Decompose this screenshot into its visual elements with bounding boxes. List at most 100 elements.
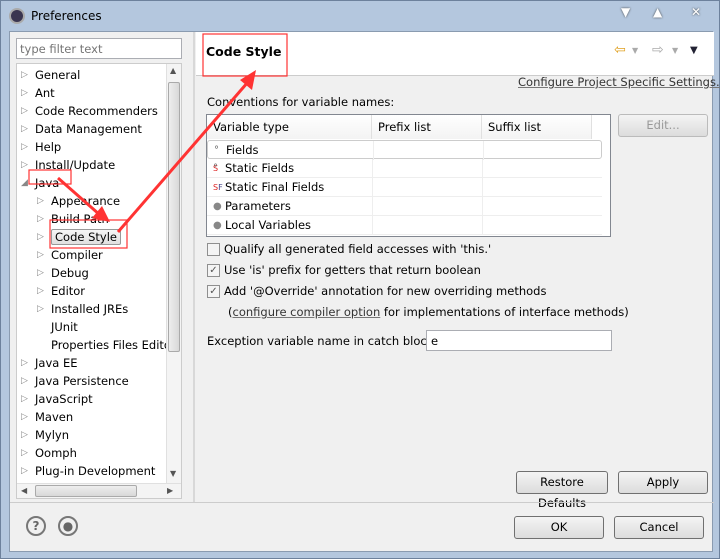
collapsed-twisty-icon[interactable]: ▷ — [37, 210, 44, 228]
preferences-window: Preferences ▼ ▲ ✕ ▷ Plug-in Development ▷ O… — [0, 0, 720, 559]
collapsed-twisty-icon[interactable]: ▷ — [37, 264, 44, 282]
option-checkbox[interactable]: ✓ — [207, 264, 220, 277]
table-row[interactable]: ° Fields — [207, 140, 602, 160]
scroll-up-icon[interactable]: ▲ — [170, 66, 176, 75]
collapsed-twisty-icon[interactable]: ▷ — [37, 282, 44, 300]
tree-item[interactable]: ▷ Code Recommenders — [21, 102, 158, 120]
forward-menu-icon[interactable]: ▼ — [672, 46, 678, 55]
collapsed-twisty-icon[interactable]: ▷ — [21, 372, 28, 390]
scroll-down-icon[interactable]: ▼ — [170, 469, 176, 478]
variable-type-cell: Static Fields — [225, 161, 295, 175]
apply-button[interactable]: Apply — [618, 471, 708, 494]
collapsed-twisty-icon[interactable]: ▷ — [21, 408, 28, 426]
tree-item[interactable]: JUnit — [37, 318, 78, 336]
collapsed-twisty-icon[interactable]: ▷ — [21, 444, 28, 462]
collapsed-twisty-icon[interactable]: ▷ — [21, 102, 28, 120]
collapsed-twisty-icon[interactable]: ▷ — [21, 84, 28, 102]
tree-item[interactable]: ▷ Ant — [21, 84, 55, 102]
import-export-icon[interactable]: ● — [58, 516, 78, 536]
collapsed-twisty-icon[interactable]: ▷ — [37, 246, 44, 264]
configure-project-settings-link[interactable]: Configure Project Specific Settings... — [518, 75, 720, 89]
option-label[interactable]: Use 'is' prefix for getters that return … — [224, 263, 481, 277]
compiler-option-note: (configure compiler option for implement… — [228, 305, 629, 319]
configure-compiler-option-link[interactable]: configure compiler option — [233, 305, 381, 319]
cancel-button[interactable]: Cancel — [614, 516, 704, 539]
tree-item-label: General — [35, 68, 81, 82]
collapsed-twisty-icon[interactable]: ▷ — [37, 192, 44, 210]
collapsed-twisty-icon[interactable]: ▷ — [37, 300, 44, 318]
column-header-variable-type[interactable]: Variable type — [207, 115, 372, 139]
collapsed-twisty-icon[interactable]: ▷ — [21, 426, 28, 444]
tree-item[interactable]: ▷ Java EE — [21, 354, 77, 372]
window-title: Preferences — [31, 9, 102, 23]
tree-item[interactable]: ▷ General — [21, 66, 80, 84]
collapsed-twisty-icon[interactable]: ▷ — [37, 228, 44, 246]
sash[interactable] — [193, 32, 195, 502]
option-label[interactable]: Qualify all generated field accesses wit… — [224, 242, 491, 256]
tree-item[interactable]: ▷ Debug — [37, 264, 89, 282]
tree-item-label: Install/Update — [35, 158, 116, 172]
collapsed-twisty-icon[interactable]: ▷ — [21, 66, 28, 84]
tree-vertical-scrollbar[interactable]: ▲ ▼ — [166, 64, 181, 484]
column-header-prefix-list[interactable]: Prefix list — [372, 115, 482, 139]
tree-item[interactable]: ▷ JavaScript — [21, 390, 93, 408]
exception-variable-input[interactable] — [426, 330, 612, 351]
tree-item[interactable]: ▷ Compiler — [37, 246, 103, 264]
tree-item[interactable]: ▷ Mylyn — [21, 426, 69, 444]
tree-item[interactable]: ▷ Plug-in Development — [21, 462, 155, 480]
minimize-button[interactable]: ▼ — [621, 5, 630, 19]
tree-item-label: Java Persistence — [35, 374, 129, 388]
table-row[interactable]: SF Static Final Fields — [207, 178, 602, 197]
close-button[interactable]: ✕ — [691, 5, 701, 19]
option-checkbox[interactable] — [207, 243, 220, 256]
tree-item[interactable]: ▷ Code Style — [37, 228, 121, 246]
table-row[interactable]: ° S Static Fields — [207, 159, 602, 178]
back-menu-icon[interactable]: ▼ — [632, 46, 638, 55]
tree-item[interactable]: ▷ Build Path — [37, 210, 109, 228]
tree-horizontal-scrollbar[interactable]: ◀ ▶ — [17, 483, 181, 498]
ok-button[interactable]: OK — [514, 516, 604, 539]
filter-input[interactable] — [16, 38, 182, 59]
tree-item-label: Code Style — [51, 229, 121, 245]
scroll-right-icon[interactable]: ▶ — [167, 486, 173, 495]
tree-item[interactable]: ◢ Java — [21, 174, 59, 192]
tree-item[interactable]: ▷ Help — [21, 138, 61, 156]
tree-item[interactable]: ▷ Install/Update — [21, 156, 115, 174]
back-icon[interactable]: ⇦ — [614, 42, 626, 58]
collapsed-twisty-icon[interactable]: ▷ — [21, 138, 28, 156]
help-icon[interactable]: ? — [26, 516, 46, 536]
scroll-left-icon[interactable]: ◀ — [21, 486, 27, 495]
tree-item-label: Help — [35, 140, 62, 154]
scrollbar-thumb[interactable] — [168, 82, 180, 352]
scrollbar-thumb[interactable] — [35, 485, 137, 497]
tree-item[interactable]: Properties Files Editor — [37, 336, 176, 354]
tree-item[interactable]: ▷ Installed JREs — [37, 300, 128, 318]
view-menu-icon[interactable]: ▼ — [690, 45, 698, 56]
expanded-twisty-icon[interactable]: ◢ — [21, 174, 28, 192]
restore-defaults-button[interactable]: Restore Defaults — [516, 471, 608, 510]
collapsed-twisty-icon[interactable]: ▷ — [21, 462, 28, 480]
table-row[interactable]: ● Parameters — [207, 197, 602, 216]
collapsed-twisty-icon[interactable]: ▷ — [21, 354, 28, 372]
option-label[interactable]: Add '@Override' annotation for new overr… — [224, 284, 546, 298]
tree-item[interactable]: ▷ Appearance — [37, 192, 120, 210]
tree-item[interactable]: ▷ Maven — [21, 408, 73, 426]
tree-item[interactable]: ▷ Editor — [37, 282, 85, 300]
tree-item[interactable]: ▷ Java Persistence — [21, 372, 129, 390]
tree-item-label: Compiler — [51, 248, 103, 262]
tree-item[interactable]: ▷ Data Management — [21, 120, 142, 138]
left-panel: ▷ Plug-in Development ▷ Oomph ▷ Mylyn ▷ Maven ▷ J… — [10, 32, 192, 502]
forward-icon[interactable]: ⇨ — [652, 42, 664, 58]
collapsed-twisty-icon[interactable]: ▷ — [21, 390, 28, 408]
preference-tree: ▷ Plug-in Development ▷ Oomph ▷ Mylyn ▷ Maven ▷ J… — [16, 63, 182, 499]
table-row[interactable]: ● Local Variables — [207, 216, 602, 235]
exception-variable-label: Exception variable name in catch blocks: — [207, 334, 444, 348]
column-header-suffix-list[interactable]: Suffix list — [482, 115, 592, 139]
collapsed-twisty-icon[interactable]: ▷ — [21, 120, 28, 138]
note-text: for implementations of interface methods… — [380, 305, 629, 319]
tree-item[interactable]: ▷ Oomph — [21, 444, 77, 462]
collapsed-twisty-icon[interactable]: ▷ — [21, 156, 28, 174]
option-checkbox[interactable]: ✓ — [207, 285, 220, 298]
edit-button[interactable]: Edit... — [618, 114, 708, 137]
maximize-button[interactable]: ▲ — [653, 5, 662, 19]
